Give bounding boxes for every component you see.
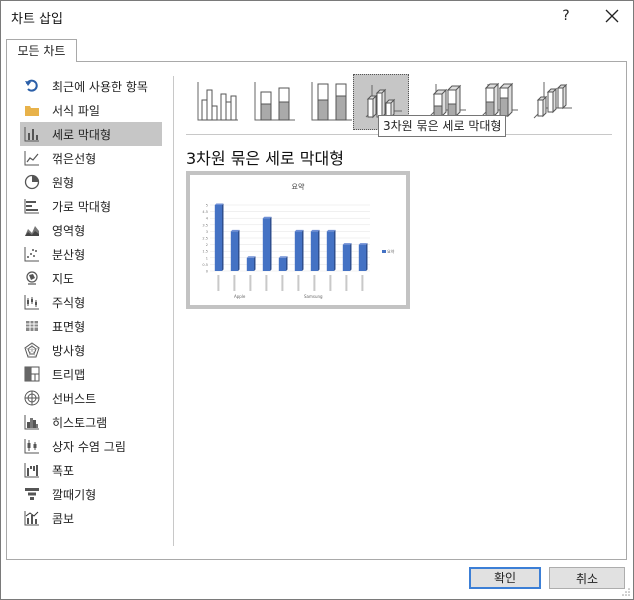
- preview-ytick-label: 0.5: [202, 263, 208, 267]
- preview-bar: [342, 243, 352, 271]
- preview-ytick-label: 0: [206, 270, 208, 274]
- preview-category-label: [233, 275, 236, 291]
- preview-ytick-label: 2.5: [202, 237, 208, 241]
- sidebar-item-column[interactable]: 세로 막대형: [20, 122, 162, 146]
- histogram-chart-icon: [24, 415, 39, 430]
- preview-ytick-label: 4.5: [202, 210, 208, 214]
- sidebar-item-combo[interactable]: 콤보: [20, 506, 162, 530]
- stock-chart-icon: [24, 295, 39, 310]
- preview-bar: [262, 216, 272, 271]
- subtype-clustered-column[interactable]: [190, 74, 246, 130]
- preview-legend-swatch: [382, 250, 386, 253]
- funnel-chart-icon: [25, 488, 39, 500]
- preview-ytick-label: 3: [206, 230, 208, 234]
- preview-bar: [214, 203, 224, 271]
- preview-group-apple: Apple: [234, 294, 246, 299]
- sidebar-item-bar[interactable]: 가로 막대형: [20, 194, 162, 218]
- preview-bar: [294, 229, 304, 271]
- preview-bar: [310, 229, 320, 271]
- subtype-tooltip: 3차원 묶은 세로 막대형: [378, 115, 507, 137]
- subtype-stacked-column[interactable]: [247, 74, 303, 130]
- sidebar-item-line[interactable]: 꺾은선형: [20, 146, 162, 170]
- sidebar-item-radar[interactable]: 방사형: [20, 338, 162, 362]
- treemap-chart-icon: [24, 366, 40, 382]
- preview-category-label: [361, 275, 364, 291]
- preview-ytick-label: 5: [206, 204, 208, 208]
- resize-grip-icon[interactable]: [621, 587, 631, 597]
- pie-chart-icon: [24, 174, 40, 190]
- scatter-chart-icon: [24, 247, 39, 262]
- sidebar-item-histogram[interactable]: 히스토그램: [20, 410, 162, 434]
- chart-type-list: 최근에 사용한 항목 서식 파일 세로 막대형 꺾은선형 원형 가로 막대형 영…: [20, 74, 163, 530]
- subtype-100-stacked-column[interactable]: [304, 74, 360, 130]
- preview-category-label: [217, 275, 220, 291]
- preview-bar: [358, 243, 368, 271]
- selected-chart-title: 3차원 묶은 세로 막대형: [186, 149, 344, 168]
- preview-legend-label: 요약: [387, 248, 395, 254]
- sidebar-item-recent[interactable]: 최근에 사용한 항목: [20, 74, 162, 98]
- tab-all-charts[interactable]: 모든 차트: [6, 39, 77, 62]
- sunburst-chart-icon: [24, 390, 40, 406]
- preview-category-label: [281, 275, 284, 291]
- preview-category-label: [313, 275, 316, 291]
- line-chart-icon: [24, 151, 39, 166]
- close-button[interactable]: [597, 3, 627, 29]
- map-chart-icon: [26, 271, 38, 285]
- ok-button[interactable]: 확인: [469, 567, 541, 589]
- radar-chart-icon: [24, 342, 40, 358]
- preview-category-label: [265, 275, 268, 291]
- surface-chart-icon: [26, 321, 38, 331]
- bar-chart-icon: [24, 199, 39, 214]
- sidebar-item-treemap[interactable]: 트리맵: [20, 362, 162, 386]
- preview-ytick-label: 1.5: [202, 250, 208, 254]
- preview-ytick-label: 1: [206, 256, 208, 260]
- sidebar-item-funnel[interactable]: 깔때기형: [20, 482, 162, 506]
- preview-group-samsung: Samsung: [304, 294, 323, 299]
- stacked-column-icon: [254, 82, 295, 121]
- preview-chart-title: 요약: [292, 182, 305, 191]
- sidebar-item-waterfall[interactable]: 폭포: [20, 458, 162, 482]
- help-button[interactable]: ?: [553, 3, 579, 29]
- preview-bar: [246, 256, 256, 271]
- dialog-title: 차트 삽입: [11, 12, 63, 27]
- folder-icon: [25, 106, 39, 116]
- combo-chart-icon: [24, 511, 39, 526]
- preview-bar: [230, 229, 240, 271]
- preview-category-label: [329, 275, 332, 291]
- preview-bar: [326, 229, 336, 271]
- preview-ytick-label: 2: [206, 243, 208, 247]
- preview-category-label: [345, 275, 348, 291]
- preview-category-label: [297, 275, 300, 291]
- preview-bar: [278, 256, 288, 271]
- column-chart-icon: [24, 127, 39, 142]
- sidebar-item-sunburst[interactable]: 선버스트: [20, 386, 162, 410]
- area-chart-icon: [25, 226, 39, 236]
- sidebar-item-box-whisker[interactable]: 상자 수염 그림: [20, 434, 162, 458]
- chart-preview[interactable]: 요약 5 4.5 4 3.5 3 2.5 2 1.5 1 0.5 0 Apple Samsung 요…: [186, 171, 410, 309]
- sidebar-item-pie[interactable]: 원형: [20, 170, 162, 194]
- sidebar-separator: [173, 76, 174, 546]
- sidebar-item-scatter[interactable]: 분산형: [20, 242, 162, 266]
- cancel-button[interactable]: 취소: [549, 567, 625, 589]
- subtype-3d-column[interactable]: [524, 74, 580, 130]
- preview-ytick-label: 4: [206, 217, 209, 221]
- waterfall-chart-icon: [24, 463, 39, 478]
- percent-stacked-column-icon: [311, 82, 352, 121]
- sidebar-item-map[interactable]: 지도: [20, 266, 162, 290]
- 3d-column-icon: [533, 82, 572, 119]
- preview-chart: 요약 5 4.5 4 3.5 3 2.5 2 1.5 1 0.5 0 Apple Samsung 요…: [202, 182, 395, 299]
- sidebar-item-surface[interactable]: 표면형: [20, 314, 162, 338]
- box-whisker-chart-icon: [24, 439, 39, 454]
- undo-arrow-icon: [25, 79, 38, 92]
- sidebar-item-stock[interactable]: 주식형: [20, 290, 162, 314]
- dialog-footer: 확인 취소: [0, 558, 632, 598]
- sidebar-item-templates[interactable]: 서식 파일: [20, 98, 162, 122]
- clustered-column-icon: [197, 82, 238, 121]
- sidebar-item-area[interactable]: 영역형: [20, 218, 162, 242]
- title-bar: 차트 삽입 ?: [1, 1, 633, 31]
- close-icon: [605, 9, 619, 23]
- preview-category-label: [249, 275, 252, 291]
- preview-ytick-label: 3.5: [202, 223, 208, 227]
